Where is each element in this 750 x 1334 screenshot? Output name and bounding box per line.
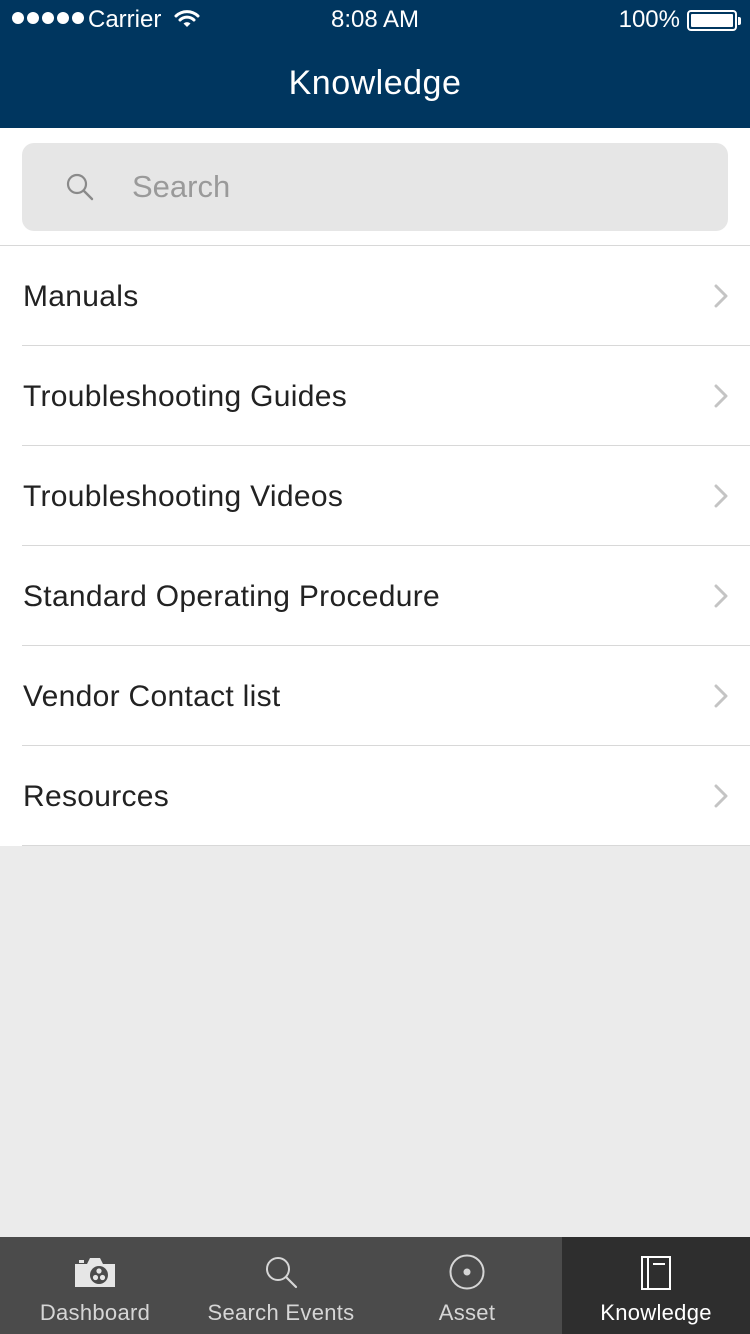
tab-dashboard[interactable]: Dashboard bbox=[0, 1237, 190, 1334]
search-section bbox=[0, 128, 750, 246]
tab-bar: Dashboard Search Events Asset Knowledge bbox=[0, 1237, 750, 1334]
tab-knowledge[interactable]: Knowledge bbox=[562, 1237, 750, 1334]
tab-label: Dashboard bbox=[39, 1300, 151, 1325]
target-icon bbox=[448, 1253, 486, 1296]
tab-search-events[interactable]: Search Events bbox=[190, 1237, 372, 1334]
battery-percentage: 100% bbox=[618, 6, 680, 33]
search-icon bbox=[66, 173, 94, 206]
chevron-right-icon bbox=[714, 584, 728, 613]
camera-icon bbox=[73, 1255, 117, 1294]
knowledge-screen: Carrier 8:08 AM 100% Knowledge Search Ma… bbox=[0, 0, 750, 1334]
list-item-label: Vendor Contact list bbox=[23, 680, 281, 713]
knowledge-list: Manuals Troubleshooting Guides Troublesh… bbox=[0, 246, 750, 846]
list-item-vendor-contact-list[interactable]: Vendor Contact list bbox=[0, 646, 750, 746]
list-item-resources[interactable]: Resources bbox=[0, 746, 750, 846]
header-bar: Carrier 8:08 AM 100% Knowledge bbox=[0, 0, 750, 128]
list-item-troubleshooting-guides[interactable]: Troubleshooting Guides bbox=[0, 346, 750, 446]
tab-label: Knowledge bbox=[600, 1300, 712, 1325]
chevron-right-icon bbox=[714, 684, 728, 713]
list-item-label: Troubleshooting Guides bbox=[23, 380, 348, 413]
chevron-right-icon bbox=[714, 784, 728, 813]
page-title: Knowledge bbox=[288, 64, 462, 102]
list-item-label: Standard Operating Procedure bbox=[23, 580, 440, 613]
list-item-troubleshooting-videos[interactable]: Troubleshooting Videos bbox=[0, 446, 750, 546]
search-icon bbox=[264, 1255, 298, 1294]
list-item-standard-operating-procedure[interactable]: Standard Operating Procedure bbox=[0, 546, 750, 646]
chevron-right-icon bbox=[714, 484, 728, 513]
search-input[interactable] bbox=[132, 159, 692, 215]
chevron-right-icon bbox=[714, 384, 728, 413]
list-item-label: Resources bbox=[23, 780, 170, 813]
chevron-right-icon bbox=[714, 284, 728, 313]
tab-asset[interactable]: Asset bbox=[372, 1237, 562, 1334]
list-item-manuals[interactable]: Manuals bbox=[0, 246, 750, 346]
search-bar[interactable] bbox=[22, 143, 728, 231]
list-item-label: Troubleshooting Videos bbox=[23, 480, 344, 513]
status-bar: Carrier 8:08 AM 100% bbox=[0, 0, 750, 40]
tab-label: Asset bbox=[438, 1300, 496, 1325]
tab-label: Search Events bbox=[207, 1300, 355, 1325]
list-item-label: Manuals bbox=[23, 280, 139, 313]
book-icon bbox=[640, 1255, 672, 1296]
battery-icon bbox=[687, 10, 741, 31]
